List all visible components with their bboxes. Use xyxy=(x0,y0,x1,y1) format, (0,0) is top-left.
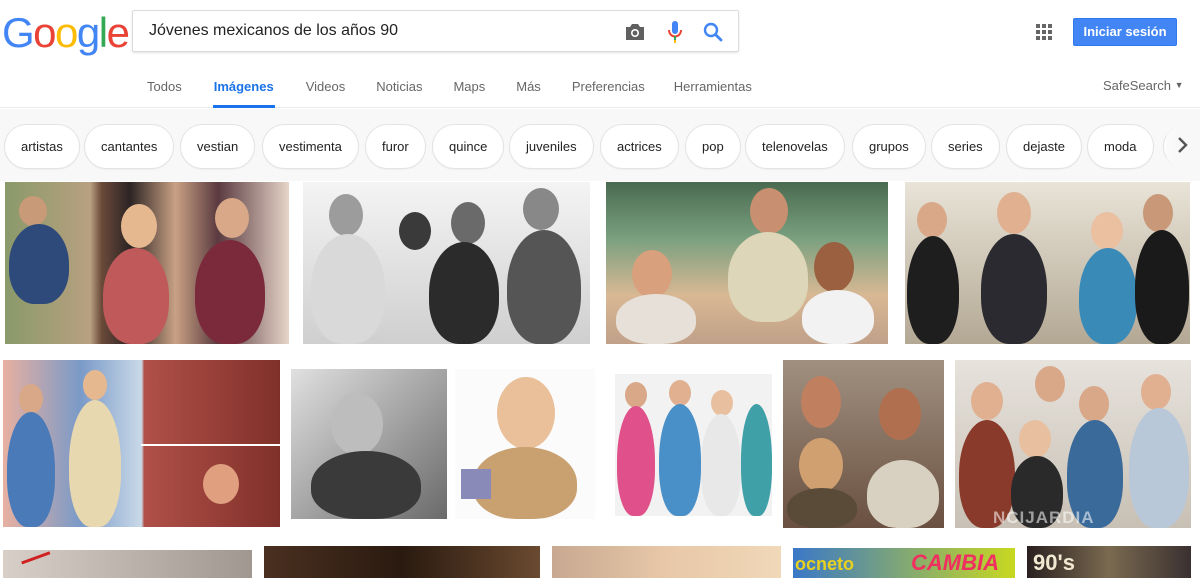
tab-noticias[interactable]: Noticias xyxy=(376,70,422,108)
search-tabs: Todos Imágenes Videos Noticias Maps Más … xyxy=(147,70,783,108)
image-result[interactable] xyxy=(905,182,1190,344)
logo-letter: o xyxy=(55,9,78,56)
header: Google Iniciar sesión Todos Imágenes Vid… xyxy=(0,0,1200,108)
chip-juveniles[interactable]: juveniles xyxy=(509,124,594,169)
safesearch-label: SafeSearch xyxy=(1103,78,1171,93)
tab-imagenes[interactable]: Imágenes xyxy=(212,70,275,108)
related-searches-bar: artistas cantantes vestian vestimenta fu… xyxy=(0,109,1200,181)
chip-artistas[interactable]: artistas xyxy=(4,124,80,169)
logo-letter: o xyxy=(33,9,56,56)
image-result[interactable] xyxy=(3,360,280,527)
search-box xyxy=(132,10,739,52)
image-result[interactable] xyxy=(5,182,289,344)
image-result[interactable] xyxy=(291,369,447,519)
apps-grid-icon[interactable] xyxy=(1034,22,1054,42)
image-result[interactable] xyxy=(3,550,252,578)
logo-letter: g xyxy=(76,9,100,56)
image-result[interactable] xyxy=(606,182,888,344)
logo-text: ocneto xyxy=(795,554,855,574)
image-result[interactable] xyxy=(552,546,781,578)
logo-text: CAMBIA xyxy=(911,550,999,575)
image-result[interactable]: NCIJARDIA xyxy=(955,360,1191,528)
image-result[interactable]: ocneto CAMBIA xyxy=(793,548,1015,578)
chip-dejaste[interactable]: dejaste xyxy=(1006,124,1082,169)
image-result[interactable] xyxy=(303,182,590,344)
safesearch-menu[interactable]: SafeSearch ▼ xyxy=(1103,78,1183,93)
microphone-icon[interactable] xyxy=(663,20,687,44)
image-result[interactable] xyxy=(615,374,772,516)
chevron-right-icon[interactable] xyxy=(1166,109,1200,181)
chip-telenovelas[interactable]: telenovelas xyxy=(745,124,845,169)
chip-cantantes[interactable]: cantantes xyxy=(84,124,175,169)
chip-grupos[interactable]: grupos xyxy=(852,124,926,169)
chip-series[interactable]: series xyxy=(931,124,1000,169)
chip-pop[interactable]: pop xyxy=(685,124,741,169)
chip-furor[interactable]: furor xyxy=(365,124,426,169)
chip-actrices[interactable]: actrices xyxy=(600,124,679,169)
logo-letter: l xyxy=(98,9,108,56)
signin-button[interactable]: Iniciar sesión xyxy=(1073,18,1177,46)
google-logo[interactable]: Google xyxy=(2,8,130,58)
caret-down-icon: ▼ xyxy=(1174,80,1184,90)
chip-vestimenta[interactable]: vestimenta xyxy=(262,124,359,169)
image-result[interactable] xyxy=(455,369,595,519)
watermark-text: NCIJARDIA xyxy=(993,508,1095,527)
tab-mas[interactable]: Más xyxy=(516,70,541,108)
image-result[interactable] xyxy=(783,360,944,528)
logo-letter: e xyxy=(106,9,130,56)
tab-todos[interactable]: Todos xyxy=(147,70,182,108)
logo-letter: G xyxy=(2,9,35,56)
camera-icon[interactable] xyxy=(623,20,647,44)
image-result[interactable]: 90's xyxy=(1027,546,1191,578)
search-icon[interactable] xyxy=(701,20,725,44)
chip-vestian[interactable]: vestian xyxy=(180,124,256,169)
image-result[interactable] xyxy=(264,546,540,578)
chip-moda[interactable]: moda xyxy=(1087,124,1154,169)
tab-videos[interactable]: Videos xyxy=(306,70,346,108)
logo-text: 90's xyxy=(1033,550,1075,575)
tab-maps[interactable]: Maps xyxy=(453,70,485,108)
chip-quince[interactable]: quince xyxy=(432,124,505,169)
tab-preferencias[interactable]: Preferencias xyxy=(572,70,645,108)
search-input[interactable] xyxy=(149,11,609,51)
tab-herramientas[interactable]: Herramientas xyxy=(674,70,752,108)
